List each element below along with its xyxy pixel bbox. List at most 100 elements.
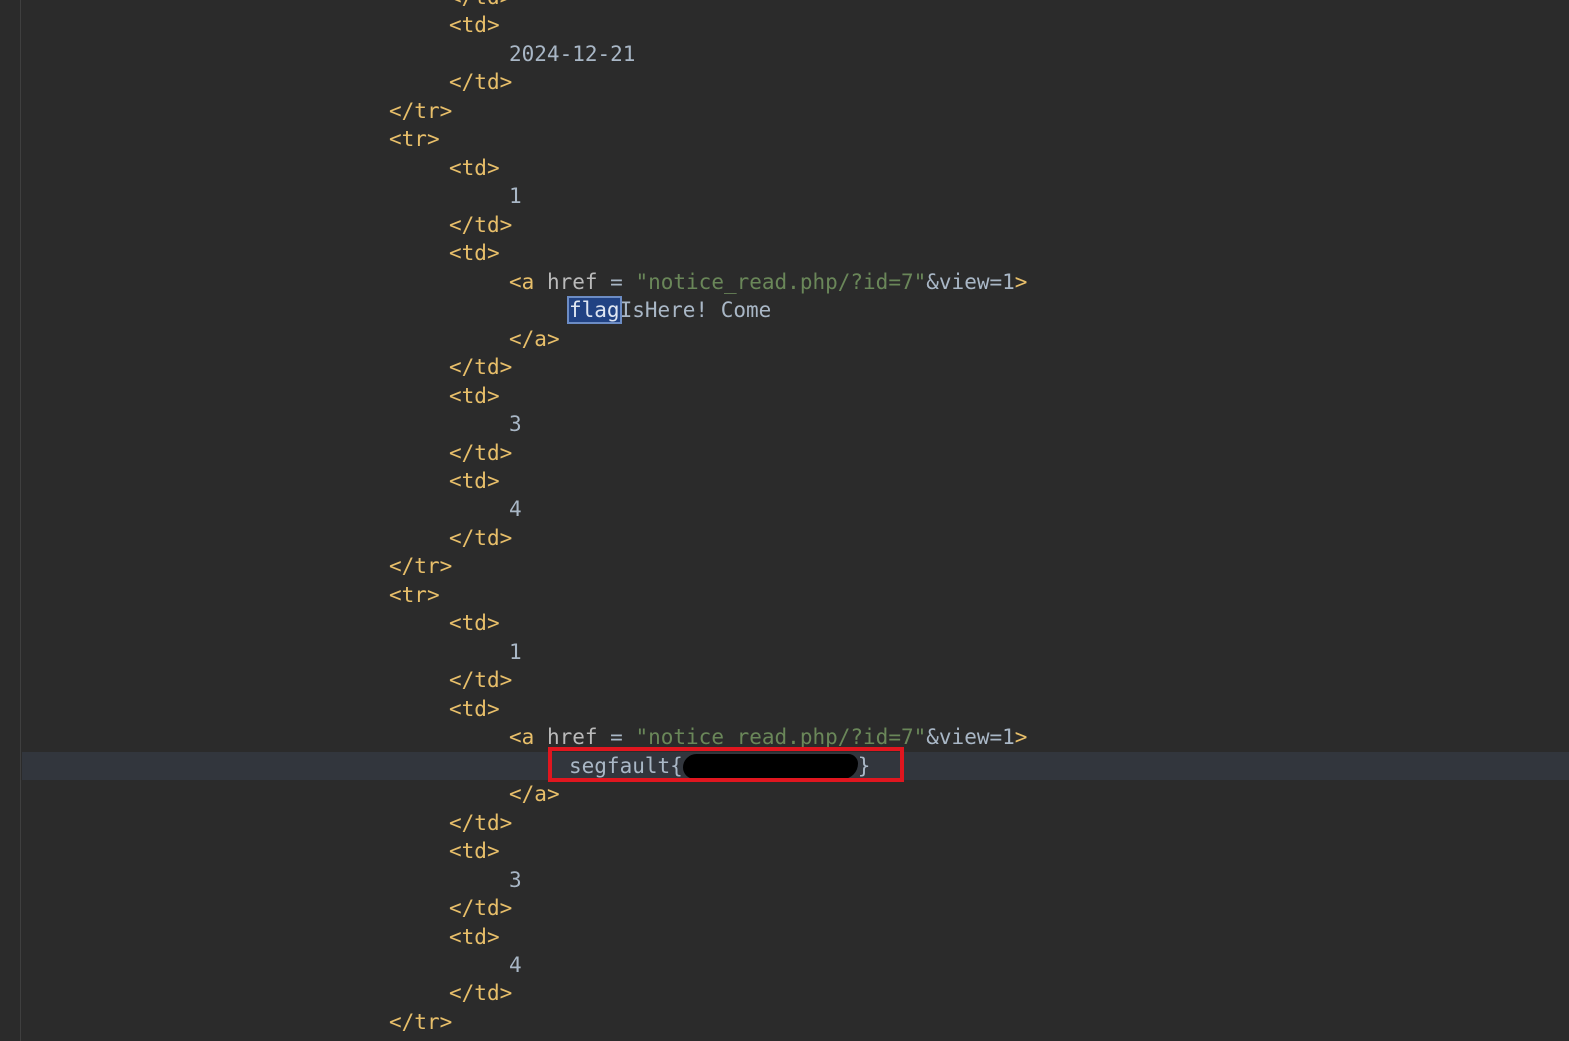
code-token: > xyxy=(499,355,513,380)
code-token: tr xyxy=(414,554,440,579)
code-line-content: 1 xyxy=(509,638,522,666)
code-token: } xyxy=(857,753,871,778)
code-token: td xyxy=(461,155,487,180)
code-token: td xyxy=(461,13,487,38)
code-token: </ xyxy=(389,1009,415,1034)
code-token: IsHere! Come xyxy=(619,298,772,323)
code-token: td xyxy=(461,924,487,949)
code-token: > xyxy=(486,241,500,266)
code-token: = xyxy=(597,269,636,294)
code-token: href xyxy=(534,725,598,750)
code-token: 1 xyxy=(509,184,522,209)
code-token: </ xyxy=(449,896,475,921)
code-token: </ xyxy=(449,212,475,237)
code-token: < xyxy=(449,155,462,180)
code-token: > xyxy=(499,212,513,237)
code-token: > xyxy=(499,981,513,1006)
code-token: td xyxy=(474,525,500,550)
code-line-content: </td> xyxy=(449,524,512,552)
code-token: &view=1 xyxy=(926,269,1015,294)
code-line-content: <td> xyxy=(449,695,500,723)
code-token: > xyxy=(499,440,513,465)
code-token: > xyxy=(439,98,453,123)
code-line-content: </tr> xyxy=(389,1008,452,1036)
code-token: > xyxy=(486,468,500,493)
code-token: > xyxy=(486,924,500,949)
code-token: > xyxy=(426,127,440,152)
code-token: tr xyxy=(401,582,427,607)
code-token: a xyxy=(534,326,547,351)
code-line-content: 1 xyxy=(509,182,522,210)
code-token: tr xyxy=(414,98,440,123)
code-line-content: </td> xyxy=(449,979,512,1007)
code-token: td xyxy=(461,839,487,864)
code-token: > xyxy=(499,810,513,835)
code-line-content: 4 xyxy=(509,951,522,979)
code-token: td xyxy=(474,0,499,9)
code-token: "notice_read.php/?id=7" xyxy=(635,269,927,294)
code-token: 4 xyxy=(509,952,522,977)
code-token: > xyxy=(499,525,513,550)
code-token: 3 xyxy=(509,412,522,437)
code-token: > xyxy=(486,839,500,864)
code-token: > xyxy=(439,554,453,579)
code-token: td xyxy=(474,212,500,237)
code-token: tr xyxy=(401,127,427,152)
code-token: </ xyxy=(449,0,474,9)
code-token: > xyxy=(546,326,560,351)
code-token: href xyxy=(534,269,598,294)
code-line-content: </tr> xyxy=(389,97,452,125)
code-line-content: 2024-12-21 xyxy=(509,40,635,68)
code-token: td xyxy=(474,440,500,465)
code-token: </ xyxy=(449,440,475,465)
code-line-content: <td> xyxy=(449,11,500,39)
code-token: "notice_read.php/?id=7" xyxy=(635,725,927,750)
code-line-content: </td> xyxy=(449,211,512,239)
code-line-content: <tr> xyxy=(389,125,440,153)
code-token: > xyxy=(426,582,440,607)
code-token: td xyxy=(461,383,487,408)
code-token: </ xyxy=(449,981,475,1006)
code-line-content: </tr> xyxy=(389,552,452,580)
code-line-content: </td> xyxy=(449,666,512,694)
code-line-content: </td> xyxy=(449,353,512,381)
code-token: tr xyxy=(414,1009,440,1034)
code-line-content: <tr> xyxy=(389,581,440,609)
code-token: td xyxy=(474,896,500,921)
code-token: < xyxy=(449,839,462,864)
code-token: < xyxy=(509,725,522,750)
code-token: &view=1 xyxy=(926,725,1015,750)
code-token: > xyxy=(486,155,500,180)
code-token: > xyxy=(499,668,513,693)
code-token: > xyxy=(486,696,500,721)
code-line-content: <td> xyxy=(449,382,500,410)
code-line-content: <a href = "notice_read.php/?id=7"&view=1… xyxy=(509,723,1027,751)
code-line-content: flagIsHere! Come xyxy=(567,296,772,325)
code-line-content: segfault{} xyxy=(569,752,870,780)
code-token: td xyxy=(474,981,500,1006)
code-line-current[interactable]: segfault{} xyxy=(22,751,1569,780)
code-token: < xyxy=(449,924,462,949)
code-line-content: <td> xyxy=(449,923,500,951)
code-line-content: </td> xyxy=(449,0,512,11)
code-line-content: <td> xyxy=(449,609,500,637)
code-line-content: </td> xyxy=(449,68,512,96)
code-token: </ xyxy=(449,668,475,693)
code-token: td xyxy=(461,241,487,266)
code-line-content: <a href = "notice_read.php/?id=7"&view=1… xyxy=(509,268,1027,296)
code-token: = xyxy=(597,725,636,750)
code-token: < xyxy=(509,269,522,294)
code-token: < xyxy=(449,13,462,38)
code-token: </ xyxy=(509,326,535,351)
code-token: </ xyxy=(449,810,475,835)
code-token: 1 xyxy=(509,639,522,664)
code-token: td xyxy=(461,611,487,636)
code-line-content: 3 xyxy=(509,410,522,438)
code-token: > xyxy=(546,782,560,807)
code-editor[interactable]: </td><td>2024-12-21</td></tr><tr><td>1</… xyxy=(0,0,1569,1041)
code-token: > xyxy=(1014,725,1028,750)
code-line-content: </td> xyxy=(449,809,512,837)
gutter-divider xyxy=(20,0,21,1041)
code-token: > xyxy=(499,70,513,95)
code-token: > xyxy=(486,13,500,38)
